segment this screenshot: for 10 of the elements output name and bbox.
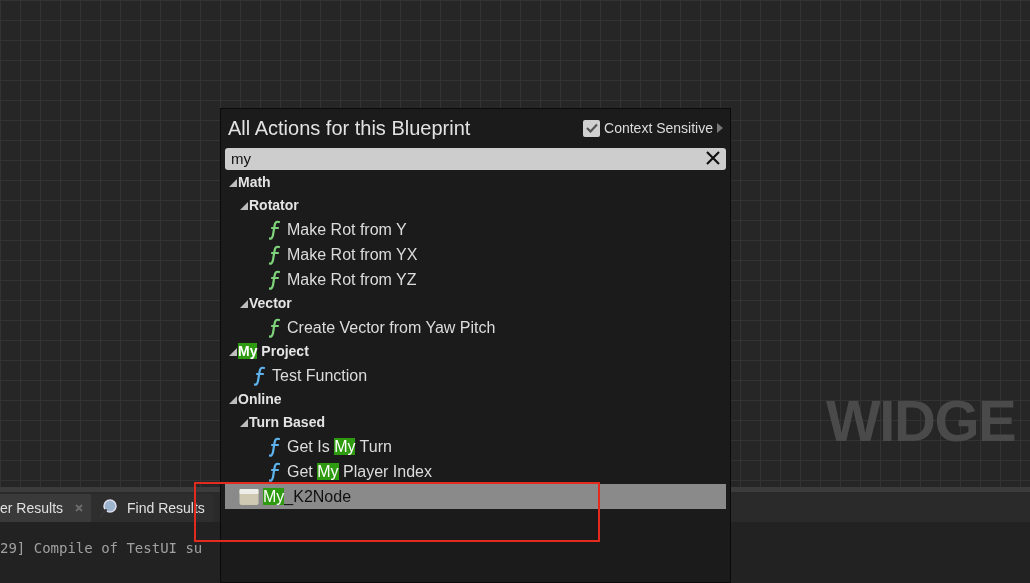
- action-label: Create Vector from Yaw Pitch: [287, 317, 496, 338]
- menu-title: All Actions for this Blueprint: [228, 116, 471, 141]
- action-label: My_K2Node: [263, 486, 352, 507]
- action-label: Test Function: [272, 365, 368, 386]
- action-label: Make Rot from Y: [287, 219, 407, 240]
- action-label: Make Rot from YX: [287, 244, 418, 265]
- log-line: 29] Compile of TestUI su: [0, 540, 203, 556]
- action-label: Get My Player Index: [287, 461, 432, 482]
- action-label: Make Rot from YZ: [287, 269, 417, 290]
- action-label: Get Is My Turn: [287, 436, 392, 457]
